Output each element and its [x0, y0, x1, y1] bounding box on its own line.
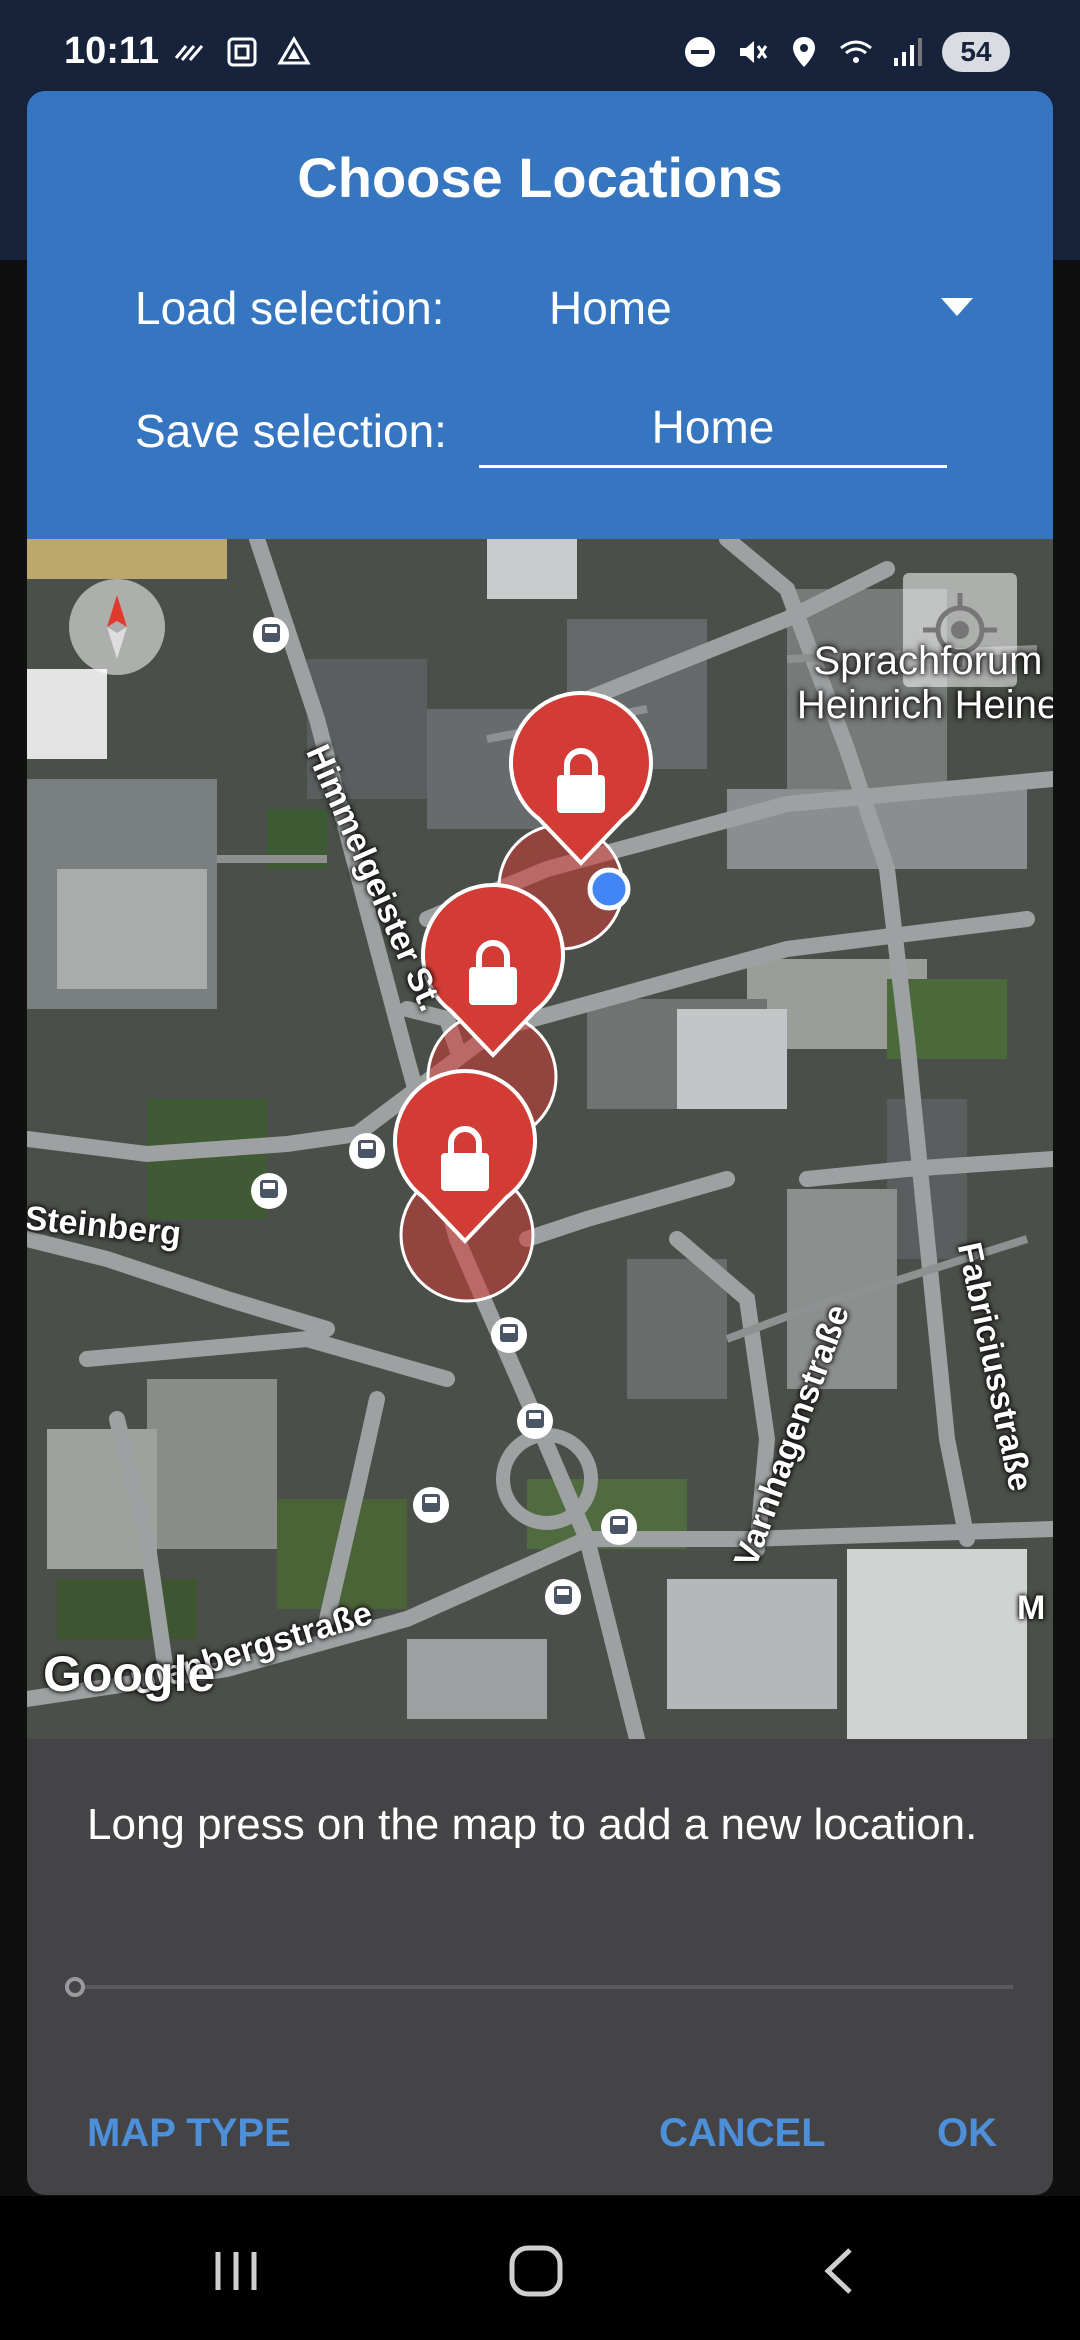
dialog-header: Choose Locations Load selection: Home Sa… — [27, 91, 1053, 539]
help-text: Long press on the map to add a new locat… — [87, 1800, 978, 1849]
drive-icon — [277, 36, 311, 65]
dialog-title: Choose Locations — [297, 146, 783, 209]
back-icon[interactable] — [800, 2236, 880, 2306]
status-right-icons: 54 — [682, 32, 1010, 72]
radius-slider-thumb[interactable] — [65, 1977, 85, 1997]
load-selection-label: Load selection: — [135, 282, 445, 334]
cancel-button[interactable]: CANCEL — [659, 2111, 826, 2156]
dialog-footer: Long press on the map to add a new locat… — [27, 1739, 1053, 2195]
do-not-disturb-icon — [685, 37, 715, 67]
google-logo: Google — [43, 1646, 216, 1702]
dropdown-arrow-icon — [941, 298, 973, 316]
map-type-button[interactable]: MAP TYPE — [87, 2111, 291, 2156]
wifi-icon — [840, 40, 872, 63]
status-left-icons — [172, 34, 312, 70]
signal-icon — [894, 38, 922, 66]
location-icon — [793, 37, 815, 67]
radius-slider-track[interactable] — [73, 1985, 1013, 1989]
map-view[interactable]: Sprachforum Heinrich Heine Himmelgeister… — [27, 539, 1053, 1739]
street-edge: M — [1017, 1589, 1046, 1627]
ok-button[interactable]: OK — [937, 2111, 997, 2156]
save-selection-input[interactable] — [479, 389, 947, 468]
recents-icon[interactable] — [196, 2236, 276, 2306]
voicemail-icon — [174, 45, 204, 61]
mute-icon — [740, 41, 768, 63]
poi-sprachforum[interactable]: Sprachforum Heinrich Heine — [763, 639, 1053, 727]
choose-locations-dialog: Choose Locations Load selection: Home Sa… — [27, 91, 1053, 2195]
status-time: 10:11 — [64, 30, 160, 72]
save-selection-label: Save selection: — [135, 405, 447, 457]
compass-icon[interactable] — [69, 579, 165, 675]
battery-level: 54 — [942, 32, 1010, 72]
load-selection-value: Home — [549, 282, 672, 334]
home-icon[interactable] — [496, 2236, 576, 2306]
navigation-bar — [0, 2196, 1080, 2340]
current-location-dot — [587, 867, 631, 911]
screenshot-icon — [227, 37, 257, 67]
load-selection-dropdown[interactable]: Home — [479, 266, 999, 346]
